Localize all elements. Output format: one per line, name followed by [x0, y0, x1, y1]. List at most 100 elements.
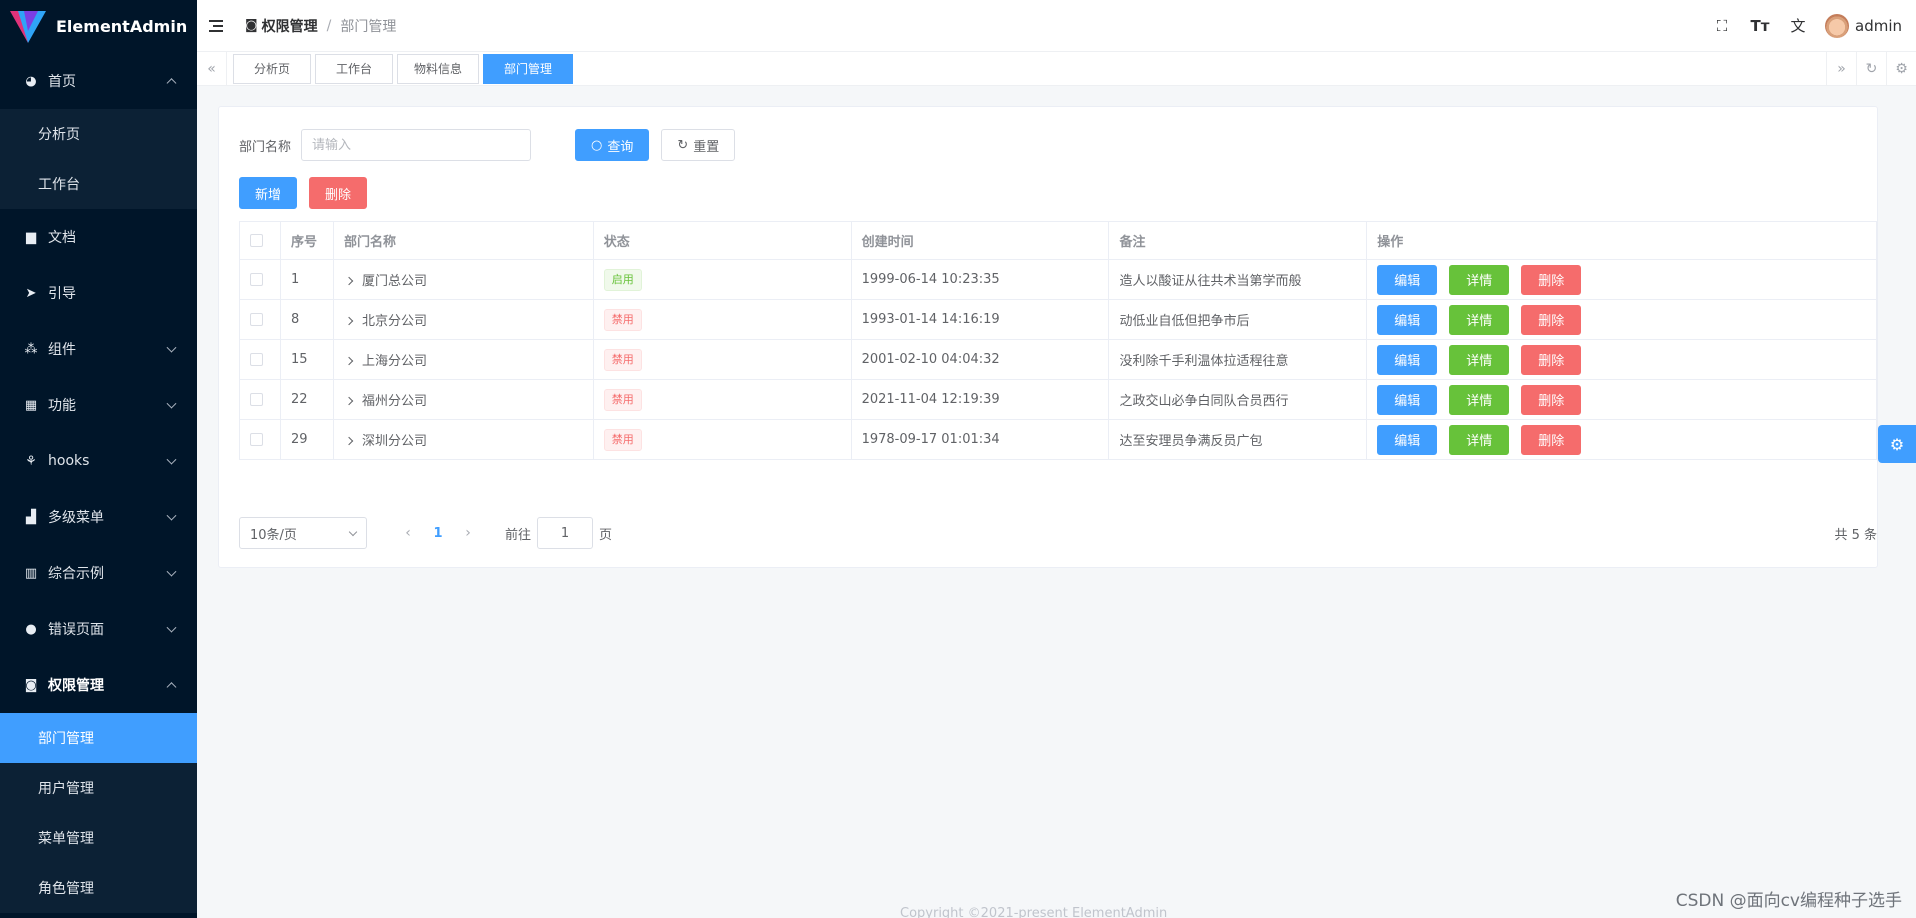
- select-all-checkbox[interactable]: [250, 234, 263, 247]
- double-chevron-right-icon[interactable]: »: [1826, 51, 1856, 86]
- tag-workbench[interactable]: 工作台: [315, 53, 393, 84]
- row-checkbox[interactable]: [250, 353, 263, 366]
- goto-page-input[interactable]: [537, 517, 594, 549]
- detail-button[interactable]: 详情: [1449, 304, 1510, 335]
- chevron-down-icon: [166, 398, 177, 409]
- sidebar-item-guide[interactable]: ➤ 引导: [0, 265, 197, 321]
- detail-button[interactable]: 详情: [1449, 384, 1510, 415]
- edit-button[interactable]: 编辑: [1377, 384, 1438, 415]
- expand-icon[interactable]: [344, 316, 354, 326]
- sidebar-item-multilevel[interactable]: ▟ 多级菜单: [0, 489, 197, 545]
- menu-fold-icon[interactable]: [209, 16, 229, 36]
- font-size-icon[interactable]: Tт: [1741, 17, 1779, 35]
- hooks-icon: ⚘: [25, 453, 37, 469]
- sidebar-item-examples[interactable]: ▥ 综合示例: [0, 545, 197, 601]
- prev-page-icon[interactable]: ‹: [393, 525, 423, 541]
- column-header: 序号: [279, 221, 334, 260]
- delete-button[interactable]: 删除: [1521, 424, 1582, 455]
- department-name: 北京分公司: [361, 314, 427, 329]
- delete-button[interactable]: 删除: [1521, 344, 1582, 375]
- sidebar-item-docs[interactable]: ▆ 文档: [0, 209, 197, 265]
- translate-icon[interactable]: 文: [1779, 15, 1817, 36]
- batch-delete-button[interactable]: 删除: [309, 177, 368, 209]
- edit-button[interactable]: 编辑: [1377, 344, 1438, 375]
- expand-icon[interactable]: [344, 276, 354, 286]
- query-button-label: 查询: [607, 139, 634, 155]
- chevron-down-icon: [166, 342, 177, 353]
- next-page-icon[interactable]: ›: [453, 525, 483, 541]
- add-button[interactable]: 新增: [239, 177, 298, 209]
- row-checkbox[interactable]: [250, 393, 263, 406]
- breadcrumb-item[interactable]: 权限管理: [262, 16, 318, 36]
- department-name: 深圳分公司: [361, 434, 427, 449]
- search-icon: ○: [591, 137, 603, 153]
- double-chevron-left-icon[interactable]: «: [197, 51, 227, 86]
- sidebar-item-menus[interactable]: 菜单管理: [0, 813, 197, 863]
- sidebar-item-components[interactable]: ⁂ 组件: [0, 321, 197, 377]
- delete-button[interactable]: 删除: [1521, 384, 1582, 415]
- expand-icon[interactable]: [344, 396, 354, 406]
- sidebar-item-hooks[interactable]: ⚘ hooks: [0, 433, 197, 489]
- submenu-permission: 部门管理 用户管理 菜单管理 角色管理: [0, 713, 197, 913]
- components-icon: ⁂: [24, 341, 38, 357]
- status-cell: 启用: [592, 259, 852, 300]
- refresh-icon[interactable]: ↻: [1856, 51, 1886, 86]
- sidebar-item-workbench[interactable]: 工作台: [0, 159, 197, 209]
- remark-cell: 达至安理员争满反员广包: [1108, 419, 1368, 460]
- page-size-select[interactable]: 10条/页: [239, 517, 367, 549]
- sidebar-item-roles[interactable]: 角色管理: [0, 863, 197, 913]
- user-lock-icon: ◙: [245, 18, 258, 33]
- expand-icon[interactable]: [344, 356, 354, 366]
- error-icon: ●: [25, 621, 37, 637]
- detail-button[interactable]: 详情: [1449, 264, 1510, 295]
- page-number[interactable]: 1: [423, 526, 453, 541]
- detail-button[interactable]: 详情: [1449, 344, 1510, 375]
- sidebar-item-home[interactable]: ◕ 首页: [0, 53, 197, 109]
- query-button[interactable]: ○ 查询: [575, 129, 650, 161]
- delete-button[interactable]: 删除: [1521, 264, 1582, 295]
- sidebar-item-permission[interactable]: ◙ 权限管理: [0, 657, 197, 713]
- sidebar-item-users[interactable]: 用户管理: [0, 763, 197, 813]
- edit-button[interactable]: 编辑: [1377, 424, 1438, 455]
- status-badge: 禁用: [603, 428, 642, 451]
- sidebar-item-analysis[interactable]: 分析页: [0, 109, 197, 159]
- settings-float-button[interactable]: ⚙: [1878, 425, 1916, 463]
- sidebar-item-department[interactable]: 部门管理: [0, 713, 197, 763]
- grid-icon: ▦: [24, 397, 38, 413]
- tag-department[interactable]: 部门管理: [483, 53, 574, 84]
- sidebar-item-label: 引导: [48, 286, 76, 302]
- chevron-down-icon: [348, 527, 358, 536]
- select-cell: [239, 259, 281, 300]
- created-cell: 1978-09-17 01:01:34: [850, 419, 1110, 460]
- chevron-down-icon: [166, 566, 177, 577]
- user-name[interactable]: admin: [1855, 17, 1902, 35]
- fullscreen-icon[interactable]: ⛶: [1703, 17, 1741, 35]
- row-checkbox[interactable]: [250, 273, 263, 286]
- tag-material[interactable]: 物料信息: [397, 53, 480, 84]
- sidebar-item-error[interactable]: ● 错误页面: [0, 601, 197, 657]
- remark-cell: 没利除千手利温体拉适程往意: [1108, 339, 1368, 380]
- goto-page: 前往 页: [505, 517, 612, 549]
- avatar[interactable]: [1825, 13, 1849, 38]
- id-cell: 29: [279, 419, 334, 460]
- row-checkbox[interactable]: [250, 313, 263, 326]
- sidebar-item-features[interactable]: ▦ 功能: [0, 377, 197, 433]
- gear-icon: ⚙: [1889, 434, 1905, 454]
- edit-button[interactable]: 编辑: [1377, 304, 1438, 335]
- reset-button[interactable]: ↻ 重置: [661, 129, 736, 161]
- name-cell: 福州分公司: [332, 379, 594, 420]
- delete-button[interactable]: 删除: [1521, 304, 1582, 335]
- edit-button[interactable]: 编辑: [1377, 264, 1438, 295]
- detail-button[interactable]: 详情: [1449, 424, 1510, 455]
- expand-icon[interactable]: [344, 436, 354, 446]
- status-cell: 禁用: [592, 379, 852, 420]
- breadcrumb-separator: /: [326, 17, 332, 34]
- row-checkbox[interactable]: [250, 433, 263, 446]
- column-header: 状态: [592, 221, 852, 260]
- gear-icon[interactable]: ⚙: [1886, 51, 1916, 86]
- column-header: 操作: [1366, 221, 1877, 260]
- department-name-input[interactable]: [301, 129, 532, 161]
- department-name: 福州分公司: [361, 394, 427, 409]
- app-logo[interactable]: ElementAdmin: [0, 0, 197, 53]
- tag-analysis[interactable]: 分析页: [233, 53, 311, 84]
